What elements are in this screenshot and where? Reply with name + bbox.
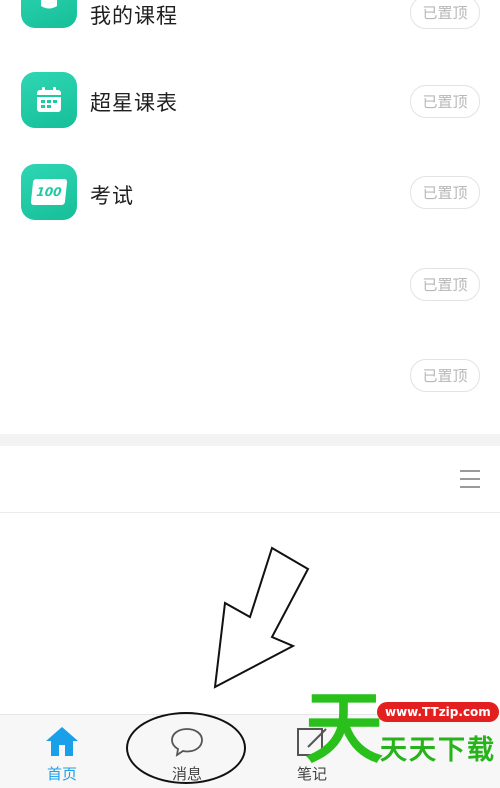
watermark-glyph: 天 bbox=[305, 684, 384, 774]
pinned-button[interactable]: 已置顶 bbox=[410, 0, 480, 29]
list-item-exam[interactable]: 100 考试 已置顶 bbox=[0, 146, 500, 238]
exam-score-icon: 100 bbox=[21, 164, 77, 220]
watermark-text: 天天下载 bbox=[380, 735, 496, 766]
list-item-chaoxing-schedule[interactable]: 超星课表 已置顶 bbox=[0, 55, 500, 147]
menu-icon[interactable] bbox=[460, 470, 480, 488]
pinned-button[interactable]: 已置顶 bbox=[410, 359, 480, 392]
pinned-button[interactable]: 已置顶 bbox=[410, 85, 480, 118]
watermark-logo: 天 www.TTzip.com 天天下载 bbox=[305, 690, 500, 787]
section-divider bbox=[0, 434, 500, 446]
annotation-ellipse bbox=[126, 712, 246, 784]
watermark-url: www.TTzip.com bbox=[377, 702, 499, 722]
list-item-my-courses[interactable]: 我的课程 已置顶 bbox=[0, 0, 500, 46]
pinned-button[interactable]: 已置顶 bbox=[410, 176, 480, 209]
calendar-icon bbox=[21, 72, 77, 128]
tab-home[interactable]: 首页 bbox=[22, 725, 102, 784]
list-item-4[interactable]: 已置顶 bbox=[0, 238, 500, 330]
annotation-arrow-icon bbox=[213, 546, 310, 689]
app-label: 考试 bbox=[90, 184, 134, 208]
app-label: 超星课表 bbox=[90, 91, 178, 115]
graduation-cap-icon bbox=[21, 0, 77, 28]
list-item-5[interactable]: 已置顶 bbox=[0, 329, 500, 421]
exam-score-text: 100 bbox=[35, 185, 63, 199]
toolbar-row bbox=[0, 446, 500, 513]
pinned-button[interactable]: 已置顶 bbox=[410, 268, 480, 301]
home-icon bbox=[46, 727, 78, 756]
app-label: 我的课程 bbox=[90, 4, 178, 28]
tab-label: 首页 bbox=[46, 765, 77, 783]
